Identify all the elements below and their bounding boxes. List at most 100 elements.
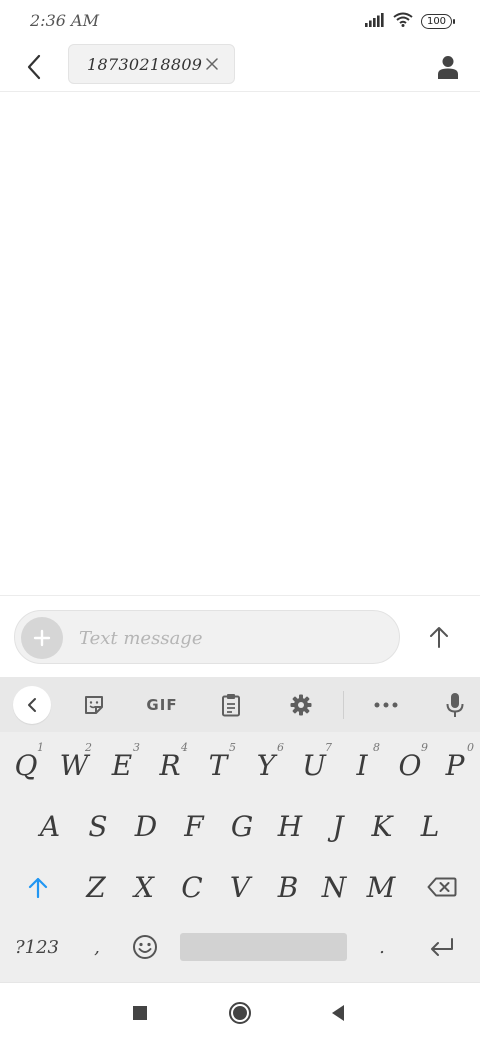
send-arrow-icon — [430, 627, 448, 648]
plus-icon — [33, 629, 51, 647]
home-button[interactable] — [224, 997, 256, 1029]
key-m[interactable]: M — [356, 857, 406, 917]
key-label: Q — [14, 748, 38, 782]
shift-key[interactable] — [8, 857, 68, 917]
key-w[interactable]: W2 — [50, 735, 98, 795]
enter-key[interactable] — [412, 917, 472, 977]
key-hint: 8 — [373, 741, 380, 754]
recents-button[interactable] — [124, 997, 156, 1029]
key-e[interactable]: E3 — [98, 735, 146, 795]
square-icon — [133, 1006, 147, 1020]
key-z[interactable]: Z — [72, 857, 120, 917]
sticker-button[interactable] — [75, 686, 113, 724]
key-h[interactable]: H — [266, 796, 314, 856]
voice-input-button[interactable] — [436, 686, 474, 724]
key-f[interactable]: F — [170, 796, 218, 856]
key-d[interactable]: D — [122, 796, 170, 856]
emoji-key[interactable] — [122, 917, 168, 977]
period-label: . — [379, 936, 385, 958]
comma-key[interactable]: , — [74, 917, 120, 977]
key-hint: 4 — [181, 741, 188, 754]
key-label: L — [420, 809, 440, 843]
close-icon — [206, 58, 218, 70]
comma-label: , — [94, 936, 100, 958]
key-label: O — [398, 748, 422, 782]
key-row-1: Q1 W2 E3 R4 T5 Y6 U7 I8 O9 P0 — [0, 735, 480, 795]
wifi-icon — [393, 12, 413, 31]
message-input[interactable] — [79, 625, 379, 651]
key-label: I — [356, 748, 368, 782]
key-hint: 6 — [277, 741, 284, 754]
remove-recipient-button[interactable] — [202, 54, 222, 74]
symbols-label: ?123 — [14, 936, 59, 958]
microphone-icon — [446, 693, 464, 717]
key-v[interactable]: V — [216, 857, 264, 917]
key-a[interactable]: A — [26, 796, 74, 856]
key-s[interactable]: S — [74, 796, 122, 856]
back-button[interactable] — [18, 48, 50, 86]
nav-back-button[interactable] — [322, 997, 354, 1029]
backspace-key[interactable] — [412, 857, 472, 917]
key-hint: 1 — [37, 741, 44, 754]
gif-button[interactable]: GIF — [140, 686, 184, 724]
status-icons: 100 — [365, 12, 455, 31]
recipient-number: 18730218809 — [87, 54, 203, 74]
clipboard-button[interactable] — [212, 686, 250, 724]
status-time: 2:36 AM — [30, 11, 99, 30]
keyboard: G I F Q 1 W 2 E 3 R 4 T 5 Y 6 U 7 I 8 O 9 … — [0, 677, 480, 982]
more-button[interactable] — [367, 686, 405, 724]
key-l[interactable]: L — [406, 796, 454, 856]
key-p[interactable]: P0 — [432, 735, 478, 795]
send-button[interactable] — [420, 618, 458, 656]
key-u[interactable]: U7 — [290, 735, 338, 795]
key-label: P — [445, 748, 465, 782]
key-label: E — [111, 748, 133, 782]
navigation-bar — [0, 982, 480, 1040]
gear-icon — [290, 694, 312, 716]
keyboard-toolbar: GIF — [0, 677, 480, 732]
status-bar: 2:36 AM 100 — [0, 0, 480, 42]
add-attachment-button[interactable] — [21, 617, 63, 659]
recipient-chip[interactable]: 18730218809 — [68, 44, 235, 84]
chevron-left-icon — [28, 698, 36, 712]
emoji-icon — [133, 935, 157, 959]
compose-bar — [0, 595, 480, 677]
key-c[interactable]: C — [168, 857, 216, 917]
key-label: V — [229, 870, 251, 904]
space-key[interactable] — [180, 933, 347, 961]
key-label: A — [39, 809, 61, 843]
key-label: R — [159, 748, 181, 782]
key-label: K — [371, 809, 393, 843]
key-q[interactable]: Q1 — [2, 735, 50, 795]
person-icon — [438, 56, 458, 79]
key-b[interactable]: B — [264, 857, 312, 917]
period-key[interactable]: . — [358, 917, 406, 977]
key-k[interactable]: K — [358, 796, 406, 856]
key-y[interactable]: Y6 — [242, 735, 290, 795]
settings-button[interactable] — [282, 686, 320, 724]
key-label: T — [208, 748, 228, 782]
key-label: Y — [256, 748, 276, 782]
signal-icon — [365, 12, 385, 31]
key-hint: 5 — [229, 741, 236, 754]
key-label: D — [134, 809, 158, 843]
symbols-key[interactable]: ?123 — [4, 917, 70, 977]
conversation-area — [0, 93, 480, 595]
key-label: F — [184, 809, 204, 843]
key-g[interactable]: G — [218, 796, 266, 856]
key-t[interactable]: T5 — [194, 735, 242, 795]
key-x[interactable]: X — [120, 857, 168, 917]
key-label: H — [277, 809, 303, 843]
battery-level: 100 — [426, 16, 447, 27]
contact-button[interactable] — [430, 48, 466, 86]
key-hint: 7 — [325, 741, 332, 754]
key-hint: 3 — [133, 741, 140, 754]
key-i[interactable]: I8 — [338, 735, 386, 795]
triangle-back-icon — [332, 1005, 344, 1021]
key-j[interactable]: J — [314, 796, 362, 856]
key-n[interactable]: N — [310, 857, 358, 917]
key-r[interactable]: R4 — [146, 735, 194, 795]
key-o[interactable]: O9 — [386, 735, 434, 795]
key-row-2: A S D F G H J K L — [0, 796, 480, 856]
collapse-toolbar-button[interactable] — [13, 686, 51, 724]
